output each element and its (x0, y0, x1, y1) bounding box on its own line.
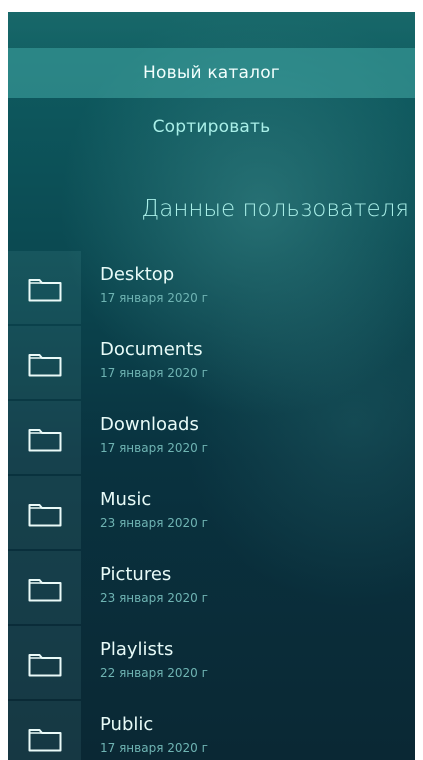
page-title: Данные пользователя (141, 196, 409, 222)
file-name: Documents (100, 339, 203, 360)
file-name: Playlists (100, 639, 174, 660)
folder-icon (28, 579, 62, 602)
file-date: 17 января 2020 г (100, 741, 208, 755)
menu-item-new-folder[interactable]: Новый каталог (8, 48, 415, 98)
folder-icon (28, 504, 62, 527)
list-item-pictures[interactable]: Pictures 23 января 2020 г (8, 550, 415, 625)
icon-container (8, 251, 81, 324)
file-name: Pictures (100, 564, 172, 585)
pulley-menu-top (8, 12, 415, 48)
file-date: 17 января 2020 г (100, 366, 208, 380)
list-item-music[interactable]: Music 23 января 2020 г (8, 475, 415, 550)
file-date: 17 января 2020 г (100, 441, 208, 455)
menu-item-sort[interactable]: Сортировать (8, 104, 415, 150)
folder-icon (28, 729, 62, 752)
list-item-desktop[interactable]: Desktop 17 января 2020 г (8, 250, 415, 325)
file-name: Public (100, 714, 154, 735)
file-name: Downloads (100, 414, 199, 435)
icon-container (8, 326, 81, 399)
icon-container (8, 701, 81, 760)
file-date: 23 января 2020 г (100, 591, 208, 605)
file-name: Desktop (100, 264, 175, 285)
file-date: 17 января 2020 г (100, 291, 208, 305)
file-list: Desktop 17 января 2020 г Documents 17 ян… (8, 250, 415, 760)
folder-icon (28, 279, 62, 302)
app-screen: Новый каталог Сортировать Данные пользов… (8, 12, 415, 760)
folder-icon (28, 654, 62, 677)
icon-container (8, 401, 81, 474)
icon-container (8, 476, 81, 549)
folder-icon (28, 429, 62, 452)
icon-container (8, 551, 81, 624)
list-item-public[interactable]: Public 17 января 2020 г (8, 700, 415, 760)
folder-icon (28, 354, 62, 377)
list-item-documents[interactable]: Documents 17 января 2020 г (8, 325, 415, 400)
icon-container (8, 626, 81, 699)
list-item-downloads[interactable]: Downloads 17 января 2020 г (8, 400, 415, 475)
file-name: Music (100, 489, 152, 510)
file-date: 23 января 2020 г (100, 516, 208, 530)
file-date: 22 января 2020 г (100, 666, 208, 680)
list-item-playlists[interactable]: Playlists 22 января 2020 г (8, 625, 415, 700)
